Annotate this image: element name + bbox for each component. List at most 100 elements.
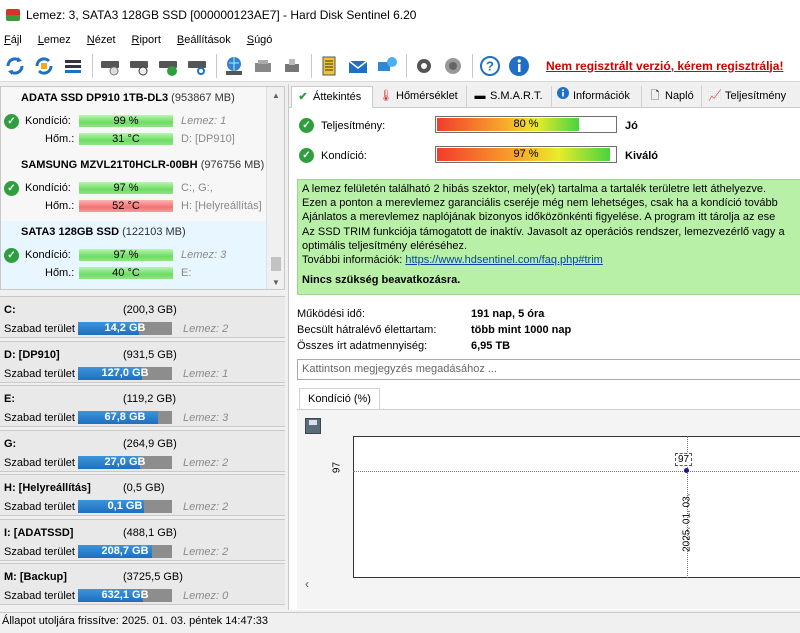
disk-item-adata[interactable]: ADATA SSD DP910 1TB-DL3 (953867 MB) ✓ Ko… <box>1 87 266 153</box>
menu-help[interactable]: Súgó <box>247 34 273 46</box>
partition-item[interactable]: E: (119,2 GB) Szabad terület 67,8 GB Lemez: … <box>0 385 285 427</box>
scroll-down-icon[interactable]: ▼ <box>272 278 280 287</box>
plot-area <box>353 436 800 578</box>
smart-icon: ▬ <box>474 90 486 102</box>
health-bar: 97 % <box>435 146 617 163</box>
tab-temperature[interactable]: 🌡 Hőmérséklet <box>375 86 467 108</box>
disk-list-scrollbar[interactable]: ▲ ▼ <box>266 87 284 289</box>
temp-bar: 52 °C <box>79 200 173 212</box>
more-info-label: További információk: <box>302 254 403 267</box>
refresh-all-icon[interactable] <box>32 54 56 78</box>
menu-settings[interactable]: Beállítások <box>177 34 231 46</box>
tab-info[interactable]: Információk <box>552 86 642 108</box>
speaker-icon[interactable] <box>441 54 465 78</box>
free-space-bar: 208,7 GB <box>78 544 172 558</box>
ok-check-icon: ✓ <box>4 114 19 129</box>
disk-model: SATA3 128GB SSD <box>21 226 120 238</box>
partition-disk: Lemez: 2 <box>183 456 229 469</box>
tab-overview[interactable]: ✔ Áttekintés <box>291 86 373 108</box>
free-space-label: Szabad terület <box>4 545 75 558</box>
partition-item[interactable]: I: [ADATSSD] (488,1 GB) Szabad terület 208,… <box>0 518 285 561</box>
free-space-value: 127,0 GB <box>101 366 149 379</box>
disk-ref: C:, G:, <box>181 182 213 194</box>
disk-ref: Lemez: 3 <box>181 249 227 261</box>
partition-name: I: [ADATSSD] <box>4 526 74 539</box>
scroll-up-icon[interactable]: ▲ <box>272 91 280 100</box>
partition-size: (200,3 GB) <box>123 304 177 316</box>
free-space-bar: 632,1 GB <box>78 589 172 602</box>
toolbar-separator <box>472 53 473 78</box>
free-space-value: 632,1 GB <box>101 589 149 601</box>
scroll-left-icon[interactable]: ‹ <box>305 577 309 591</box>
free-space-label: Szabad terület <box>4 323 75 335</box>
info-icon[interactable] <box>507 54 531 78</box>
partition-item[interactable]: M: [Backup] (3725,5 GB) Szabad terület 632,… <box>0 563 285 605</box>
title-bar: Lemez: 3, SATA3 128GB SSD [000000123AE7]… <box>0 0 800 30</box>
help-icon[interactable]: ? <box>478 54 502 78</box>
partition-size: (931,5 GB) <box>123 348 177 361</box>
temp-label: Hőm.: <box>45 133 75 145</box>
disk-partitions: H: [Helyreállítás] <box>181 200 262 212</box>
disk-model: ADATA SSD DP910 1TB-DL3 <box>21 92 169 104</box>
tab-performance[interactable]: 📈 Teljesítmény <box>704 86 800 108</box>
free-space-label: Szabad terület <box>4 367 75 380</box>
scroll-thumb[interactable] <box>271 257 281 271</box>
disk-search-icon[interactable] <box>185 54 209 78</box>
free-space-bar: 0,1 GB <box>78 500 172 513</box>
partition-size: (3725,5 GB) <box>123 571 183 583</box>
info-line: Az SSD TRIM funkciója támogatott de inak… <box>302 225 785 238</box>
free-space-value: 208,7 GB <box>101 544 149 557</box>
partition-item[interactable]: G: (264,9 GB) Szabad terület 27,0 GB Lemez: … <box>0 429 285 472</box>
menu-view[interactable]: Nézet <box>87 34 116 46</box>
partition-item[interactable]: D: [DP910] (931,5 GB) Szabad terület 127,0 … <box>0 340 285 383</box>
disk-name: SAMSUNG MZVL21T0HCLR-00BH (976756 MB) <box>21 159 264 171</box>
partition-name: M: [Backup] <box>4 571 67 583</box>
tools-icon[interactable] <box>251 54 275 78</box>
partition-item[interactable]: H: [Helyreállítás] (0,5 GB) Szabad terület… <box>0 474 285 516</box>
free-space-label: Szabad terület <box>4 456 75 469</box>
written-value: 6,95 TB <box>471 340 511 352</box>
partition-disk: Lemez: 2 <box>183 323 229 335</box>
disk-item-samsung[interactable]: SAMSUNG MZVL21T0HCLR-00BH (976756 MB) ✓ … <box>1 154 266 220</box>
send-icon[interactable] <box>375 54 399 78</box>
register-link[interactable]: Nem regisztrált verzió, kérem regisztrál… <box>546 59 783 73</box>
disk-item-sata3[interactable]: SATA3 128GB SSD (122103 MB) ✓ Kondíció: … <box>1 221 266 289</box>
partition-size: (264,9 GB) <box>123 437 177 450</box>
refresh-icon[interactable] <box>3 54 27 78</box>
disk-model: SAMSUNG MZVL21T0HCLR-00BH <box>21 159 198 171</box>
save-icon[interactable] <box>305 418 321 434</box>
partition-name: D: [DP910] <box>4 348 60 361</box>
performance-value: 80 % <box>513 118 539 130</box>
disk-list-icon[interactable] <box>61 54 85 78</box>
more-info-link[interactable]: https://www.hdsentinel.com/faq.php#trim <box>405 254 602 266</box>
health-value: 97 % <box>513 148 539 160</box>
health-bar: 97 % <box>79 249 173 261</box>
mail-icon[interactable] <box>346 54 370 78</box>
network-icon[interactable] <box>222 54 246 78</box>
menu-file[interactable]: Fájl <box>4 34 22 46</box>
menu-disk[interactable]: Lemez <box>38 34 71 46</box>
settings-icon[interactable] <box>412 54 436 78</box>
tab-health-graph[interactable]: Kondíció (%) <box>299 388 380 410</box>
x-tick-label: 2025. 01. 03. <box>681 493 693 552</box>
report-icon[interactable] <box>317 54 341 78</box>
comment-input[interactable]: Kattintson megjegyzés megadásához ... <box>297 359 800 380</box>
menu-report[interactable]: Riport <box>132 34 161 46</box>
tab-smart[interactable]: ▬ S.M.A.R.T. <box>469 86 552 108</box>
partition-disk: Lemez: 0 <box>183 590 229 602</box>
disk-test-icon[interactable] <box>98 54 122 78</box>
tab-log[interactable]: 🗋 Napló <box>644 86 702 108</box>
partition-item[interactable]: C: (200,3 GB) Szabad terület 14,2 GB Lemez: … <box>0 296 285 338</box>
disk-ok-icon[interactable] <box>156 54 180 78</box>
disk-size: (122103 MB) <box>122 226 186 238</box>
window-title: Lemez: 3, SATA3 128GB SSD [000000123AE7]… <box>26 8 417 22</box>
performance-bar: 80 % <box>435 116 617 133</box>
tab-bar: ✔ Áttekintés 🌡 Hőmérséklet ▬ S.M.A.R.T. Inf… <box>289 84 800 108</box>
health-bar: 99 % <box>79 115 173 127</box>
usb-icon[interactable] <box>280 54 304 78</box>
more-info-line: További információk: https://www.hdsenti… <box>302 253 796 267</box>
status-bar: Állapot utoljára frissítve: 2025. 01. 03… <box>0 612 800 633</box>
partition-disk: Lemez: 1 <box>183 367 229 380</box>
uptime-value: 191 nap, 5 óra <box>471 308 545 320</box>
disk-schedule-icon[interactable] <box>127 54 151 78</box>
